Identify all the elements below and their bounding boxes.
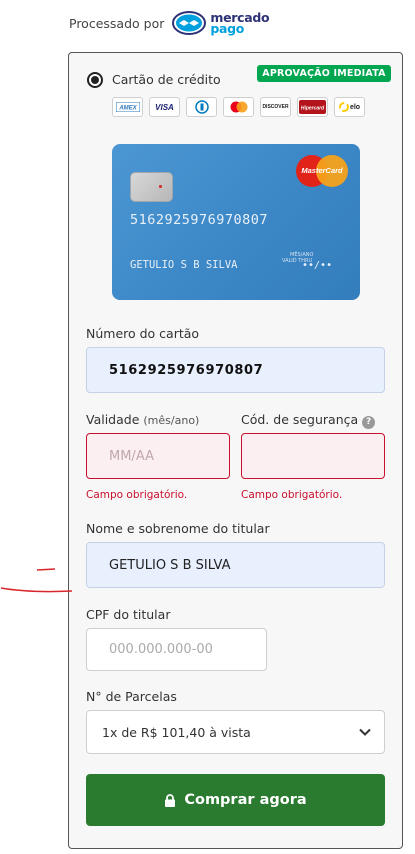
cpf-label: CPF do titular [86, 607, 171, 622]
svg-text:Hipercard: Hipercard [301, 106, 325, 112]
cpf-input[interactable]: 000.000.000-00 [86, 628, 267, 671]
card-chip-icon [130, 172, 173, 202]
chevron-down-icon [359, 728, 371, 736]
card-preview-expiry: ••/•• [302, 260, 333, 271]
installments-label: N° de Parcelas [86, 689, 177, 704]
card-number-label: Número do cartão [86, 326, 200, 341]
card-number-input[interactable]: 5162925976970807 [86, 347, 385, 393]
expiry-input[interactable]: MM/AA [86, 433, 230, 479]
lock-icon [165, 793, 176, 807]
holder-label: Nome e sobrenome do titular [86, 521, 270, 536]
card-preview-holder: GETULIO S B SILVA [130, 259, 238, 271]
instant-approval-badge: APROVAÇÃO IMEDIATA [257, 65, 391, 82]
buy-now-button[interactable]: Comprar agora [86, 774, 385, 826]
discover-icon: DISCOVER [260, 97, 291, 117]
amex-icon: AMEX [112, 97, 143, 117]
cvv-error: Campo obrigatório. [241, 489, 343, 501]
payment-method-label: Cartão de crédito [112, 72, 221, 87]
handshake-icon [172, 11, 207, 35]
expiry-label: Validade (mês/ano) [86, 412, 200, 427]
buy-now-label: Comprar agora [184, 792, 307, 808]
elo-icon: elo [334, 97, 365, 117]
mastercard-icon [223, 97, 254, 117]
expiry-error: Campo obrigatório. [86, 489, 188, 501]
credit-card-radio[interactable] [87, 72, 103, 88]
visa-icon: VISA [149, 97, 180, 117]
cvv-input[interactable] [241, 433, 385, 479]
diners-icon [186, 97, 217, 117]
processed-by: Processado por mercado pago [69, 8, 270, 38]
red-annotation-marks [0, 568, 73, 593]
mercado-pago-logo: mercado pago [172, 11, 270, 35]
cvv-label: Cód. de segurança? [241, 412, 376, 429]
svg-text:AMEX: AMEX [118, 106, 137, 112]
processed-by-text: Processado por [69, 15, 165, 31]
holder-input[interactable]: GETULIO S B SILVA [86, 542, 385, 588]
card-preview: MasterCard 5162925976970807 GETULIO S B … [112, 144, 360, 300]
installments-selected: 1x de R$ 101,40 à vista [102, 724, 251, 740]
card-brands: AMEX VISA DISCOVER Hipercard elo [112, 97, 365, 117]
payment-panel: Cartão de crédito APROVAÇÃO IMEDIATA AME… [68, 52, 403, 849]
installments-select[interactable]: 1x de R$ 101,40 à vista [86, 710, 385, 754]
hipercard-icon: Hipercard [297, 97, 328, 117]
mastercard-logo-icon: MasterCard [296, 155, 348, 187]
card-preview-number: 5162925976970807 [130, 212, 269, 228]
help-icon[interactable]: ? [362, 416, 376, 429]
